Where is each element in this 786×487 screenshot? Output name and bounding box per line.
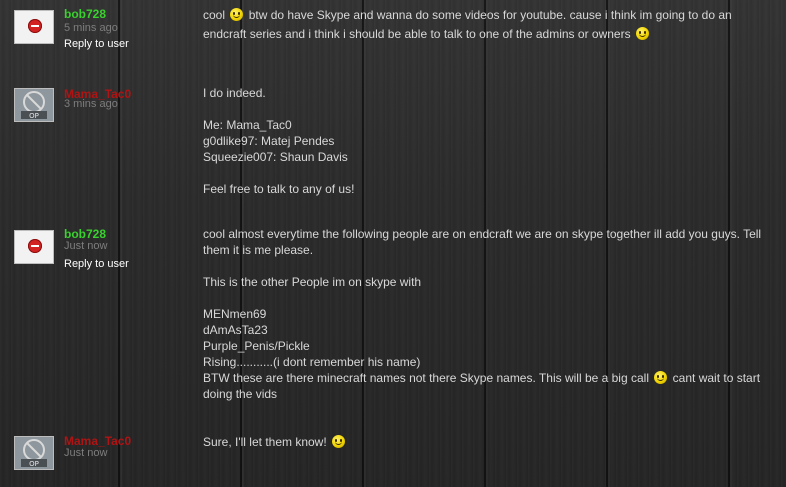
- avatar[interactable]: OP: [14, 436, 54, 470]
- avatar[interactable]: [14, 230, 54, 264]
- comment-text: Rising...........(i dont remember his na…: [203, 355, 421, 369]
- comment-body: Sure, I'll let them know!: [203, 434, 773, 450]
- username-link[interactable]: bob728: [64, 7, 106, 21]
- reply-to-user-link[interactable]: Reply to user: [64, 258, 129, 270]
- svg-text:OP: OP: [29, 112, 39, 120]
- smiley-icon: [230, 8, 244, 21]
- comment-text: BTW these are there minecraft names not …: [203, 371, 649, 385]
- comment-text: cant wait to start: [672, 371, 761, 385]
- username-link[interactable]: Mama_Tac0: [64, 434, 131, 448]
- comment-text: I do indeed.: [203, 86, 266, 100]
- smiley-icon: [332, 435, 346, 448]
- comment-body: I do indeed. Me: Mama_Tac0 g0dlike97: Ma…: [203, 85, 773, 197]
- comment-timestamp: Just now: [64, 240, 108, 252]
- comment-text: Feel free to talk to any of us!: [203, 182, 355, 196]
- comment-text: dAmAsTa23: [203, 323, 268, 337]
- comment-text: btw do have Skype and wanna do some vide…: [248, 8, 732, 22]
- comment-text: doing the vids: [203, 387, 278, 401]
- comment-text: cool almost everytime the following peop…: [203, 227, 762, 241]
- username-link[interactable]: bob728: [64, 227, 106, 241]
- comment-timestamp: 3 mins ago: [64, 98, 118, 110]
- smiley-icon: [654, 371, 668, 384]
- comment-text: MENmen69: [203, 307, 267, 321]
- reply-to-user-link[interactable]: Reply to user: [64, 38, 129, 50]
- comment-text: them it is me please.: [203, 243, 314, 257]
- comment-text: g0dlike97: Matej Pendes: [203, 134, 335, 148]
- comment-timestamp: 5 mins ago: [64, 22, 118, 34]
- svg-text:OP: OP: [29, 460, 39, 468]
- comment-text: endcraft series and i think i should be …: [203, 27, 631, 41]
- comment-text: Purple_Penis/Pickle: [203, 339, 310, 353]
- comment-body: cool almost everytime the following peop…: [203, 226, 773, 402]
- comment-text: Squeezie007: Shaun Davis: [203, 150, 348, 164]
- comment-text: cool: [203, 8, 226, 22]
- comment-body: cool btw do have Skype and wanna do some…: [203, 7, 773, 42]
- comment-text: This is the other People im on skype wit…: [203, 275, 422, 289]
- comment-timestamp: Just now: [64, 447, 108, 459]
- avatar[interactable]: [14, 10, 54, 44]
- smiley-icon: [635, 27, 649, 40]
- comment-text: Sure, I'll let them know!: [203, 435, 327, 449]
- comment-text: Me: Mama_Tac0: [203, 118, 292, 132]
- avatar[interactable]: OP: [14, 88, 54, 122]
